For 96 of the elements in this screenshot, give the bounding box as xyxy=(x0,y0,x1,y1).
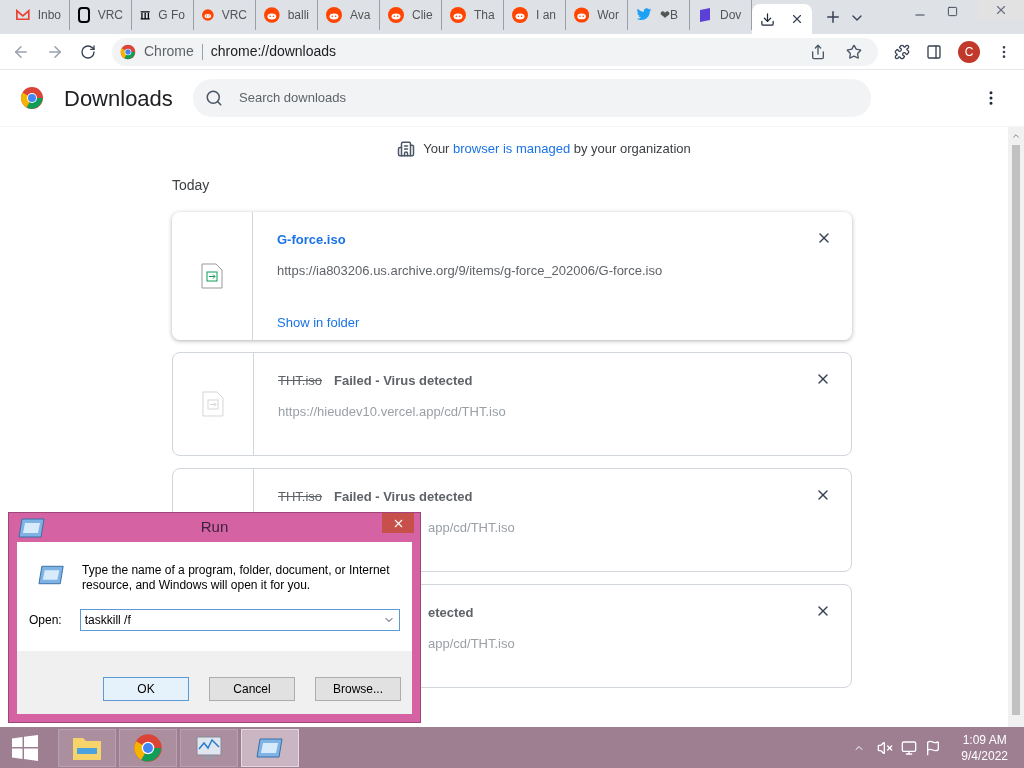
taskbar-button[interactable] xyxy=(241,728,299,767)
tab-title: ❤B xyxy=(660,7,678,24)
windows-start-icon[interactable] xyxy=(12,734,38,761)
chrome-logo-icon xyxy=(120,43,136,60)
alien-icon xyxy=(264,7,280,23)
dialog-message: Type the name of a program, folder, document, or Internet resource, and Windows will open it for you. xyxy=(82,563,391,593)
scrollbar[interactable] xyxy=(1008,127,1024,727)
download-url: app/cd/THT.iso xyxy=(428,519,515,537)
search-field[interactable]: Search downloads xyxy=(193,79,871,117)
browser-tab[interactable]: VRC xyxy=(70,0,132,30)
managed-notice: Your browser is managed by your organization xyxy=(423,140,691,158)
alien-icon xyxy=(326,7,342,23)
file-name: THT.iso xyxy=(278,371,323,390)
taskbar-button[interactable] xyxy=(58,728,116,767)
chrome-logo-icon xyxy=(133,732,163,763)
browser-tab[interactable]: balli xyxy=(256,0,318,30)
flag-icon[interactable] xyxy=(925,739,942,756)
monitor-chart-icon xyxy=(194,733,224,762)
network-icon[interactable] xyxy=(901,739,918,756)
tab-title: Tha xyxy=(474,7,495,24)
dialog-title: Run xyxy=(200,517,229,538)
file-icon xyxy=(201,262,223,289)
command-input[interactable]: taskkill /f xyxy=(79,609,400,631)
address-bar[interactable]: Chrome chrome://downloads xyxy=(112,37,878,66)
close-button[interactable] xyxy=(382,513,414,533)
page-title: Downloads xyxy=(64,84,174,113)
search-icon xyxy=(205,89,223,107)
download-url: https://hieudev10.vercel.app/cd/THT.iso xyxy=(278,403,506,421)
tab-title: Clie xyxy=(412,7,433,24)
tab-title: VRC xyxy=(97,7,123,24)
browser-tab[interactable]: Wor xyxy=(566,0,628,30)
section-heading: Today xyxy=(172,175,210,195)
dialog-button[interactable]: Browse... xyxy=(315,676,401,701)
dialog-button[interactable]: Cancel xyxy=(209,676,295,701)
new-tab-icon[interactable] xyxy=(824,8,842,26)
scroll-up-icon[interactable] xyxy=(1011,131,1021,141)
browser-tab[interactable]: G Fo xyxy=(132,0,194,30)
share-icon[interactable] xyxy=(810,43,826,60)
browser-tab[interactable]: I an xyxy=(504,0,566,30)
file-icon xyxy=(202,390,224,417)
window-icon xyxy=(255,735,285,760)
side-panel-icon[interactable] xyxy=(926,43,942,60)
speaker-muted-icon[interactable] xyxy=(877,739,894,756)
alien-icon xyxy=(202,7,214,23)
tab-title: Ava xyxy=(350,7,371,24)
browser-tab[interactable]: Clie xyxy=(380,0,442,30)
clock-time: 1:09 AM xyxy=(962,731,1007,748)
profile-avatar[interactable]: C xyxy=(958,40,980,63)
show-in-folder-link[interactable]: Show in folder xyxy=(277,312,360,332)
download-url: https://ia803206.us.archive.org/9/items/g-force_202006/G-force.iso xyxy=(277,262,663,280)
tab-title: balli xyxy=(287,7,309,24)
open-label: Open: xyxy=(29,612,62,629)
restore-icon[interactable] xyxy=(947,6,958,17)
file-name[interactable]: G-force.iso xyxy=(277,229,346,249)
tab-title: G Fo xyxy=(158,7,185,24)
managed-link[interactable]: browser is managed xyxy=(453,141,571,156)
chrome-logo-icon xyxy=(20,86,44,110)
building-icon xyxy=(397,139,416,158)
alien-icon xyxy=(450,7,466,23)
dialog-button[interactable]: OK xyxy=(103,676,189,701)
reload-icon[interactable] xyxy=(80,43,96,60)
window-icon xyxy=(17,515,47,540)
download-status: Failed - Virus detected xyxy=(334,371,473,390)
address-text: chrome://downloads xyxy=(210,42,338,61)
tab-title: Inbo xyxy=(37,7,61,24)
close-icon xyxy=(994,3,1008,17)
tab-title: I an xyxy=(536,7,556,24)
taskbar-button[interactable] xyxy=(119,728,177,767)
tab-title: Wor xyxy=(597,7,619,24)
bird-icon xyxy=(636,8,652,22)
browser-tab[interactable]: VRC xyxy=(194,0,256,30)
clock[interactable]: 1:09 AM 9/4/2022 xyxy=(961,731,1008,764)
alien-icon xyxy=(388,7,404,23)
alien-icon xyxy=(512,7,528,23)
clock-date: 9/4/2022 xyxy=(961,747,1008,764)
download-icon xyxy=(760,11,775,27)
taskbar-button[interactable] xyxy=(180,728,238,767)
browser-tab[interactable]: Ava xyxy=(318,0,380,30)
browser-tab[interactable]: ❤B xyxy=(628,0,690,30)
browser-tab[interactable] xyxy=(752,4,812,34)
window-icon xyxy=(37,563,67,587)
browser-tab[interactable]: Inbo xyxy=(8,0,70,30)
mail-icon xyxy=(16,9,30,21)
download-url: app/cd/THT.iso xyxy=(428,635,515,653)
extensions-icon[interactable] xyxy=(894,43,910,60)
tab-title: Dov xyxy=(720,7,742,24)
download-status: Failed - Virus detected xyxy=(334,487,473,506)
download-status: etected xyxy=(428,603,474,622)
tab-title: VRC xyxy=(221,7,247,24)
alien-icon xyxy=(574,7,590,23)
site-label: Chrome xyxy=(144,42,194,61)
app-icon xyxy=(698,7,712,23)
browser-tab[interactable]: Tha xyxy=(442,0,504,30)
file-name: THT.iso xyxy=(278,487,323,506)
bookmark-star-icon[interactable] xyxy=(846,43,862,60)
close-icon[interactable] xyxy=(790,12,804,26)
